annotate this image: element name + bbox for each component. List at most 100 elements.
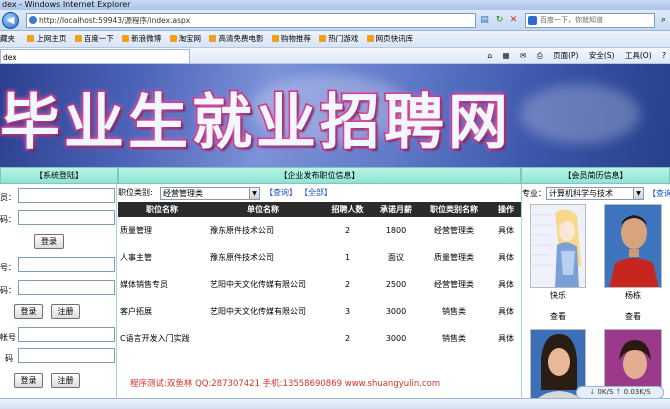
download-icon: ↓ [589,388,596,396]
mail-icon[interactable]: ✉ [520,51,526,60]
cell-job-name: 媒体销售专员 [120,280,168,289]
login-button-2[interactable]: 登录 [14,304,43,319]
compat-icon[interactable]: ▤ [478,14,491,27]
col-headcount: 招聘人数 [320,202,375,217]
cell-action[interactable]: 具体 [491,298,521,325]
login-button-3[interactable]: 登录 [14,373,43,388]
account-input[interactable] [18,257,115,272]
chevron-down-icon: ▼ [633,188,643,199]
cell-headcount: 1 [344,253,351,262]
fav-movies[interactable]: 高清免费电影 [209,31,263,47]
cell-headcount: 2 [344,334,351,343]
category-label: 职位类别: [118,188,153,197]
major-select[interactable]: 计算机科学与技术 ▼ [546,187,644,200]
cell-headcount: 3 [344,307,351,316]
search-input[interactable]: 百度一下，你就知道 [525,13,655,28]
fav-baidu[interactable]: 百度一下 [75,31,114,47]
member-photo-2[interactable] [604,204,662,288]
back-button[interactable]: ◀ [2,12,19,29]
fav-taobao[interactable]: 淘宝网 [170,31,202,47]
cell-action[interactable]: 具体 [491,217,521,244]
baidu-icon [528,16,537,25]
site-title: 毕业生就业招聘网 [0,87,512,160]
members-header: 【会员简历信息】 [521,167,670,184]
col-job-name: 职位名称 [118,202,206,217]
cell-company: 豫东原件技术公司 [210,226,274,235]
member-view-1[interactable]: 查看 [530,311,586,322]
fav-webslices[interactable]: 网页快讯库 [367,31,414,47]
password2-input[interactable] [18,280,115,295]
fav-weibo[interactable]: 新浪微博 [122,31,161,47]
ie-page-icon [29,16,37,24]
favorites-bar: 藏夹 上网主页 百度一下 新浪微博 淘宝网 高清免费电影 购物推荐 热门游戏 网… [0,31,670,48]
fav-games[interactable]: 热门游戏 [319,31,358,47]
fav-home[interactable]: 上网主页 [27,31,66,47]
login-panel: 员： 码： 登录 号： 码： 登录 注册 帐号 码 登录 注册 [0,184,117,399]
member-view-2[interactable]: 查看 [604,311,662,322]
cell-salary: 2500 [385,280,407,289]
cell-company: 豫东原件技术公司 [210,253,274,262]
login-button[interactable]: 登录 [34,234,64,249]
category-select[interactable]: 经营管理类 ▼ [160,187,260,200]
speed-indicator: ↓ 0K/S ↑ 0.03K/S [576,386,664,399]
refresh-icon[interactable]: ↻ [493,14,506,27]
window-title: dex - Windows Internet Explorer [0,0,670,10]
help-icon[interactable]: ? [662,51,666,60]
favorites-label[interactable]: 藏夹 [0,31,15,47]
all-link[interactable]: 【全部】 [300,186,332,200]
feeds-icon[interactable]: ▦ [503,51,510,60]
home-icon[interactable]: ⌂ [487,51,492,60]
credit-text: 程序测试:双鱼林 QQ:287307421 手机:13558690869 www… [130,379,441,389]
password-input[interactable] [18,210,115,225]
jobs-panel: 职位类别: 经营管理类 ▼ 【查询】 【全部】 职位名称 单位名称 招聘人数 承… [118,184,521,399]
cell-job-name: C语言开发入门实践 [120,334,190,343]
menu-safety[interactable]: 安全(S) [589,51,615,60]
upload-icon: ↑ [615,388,622,396]
col-salary: 承诺月薪 [375,202,417,217]
register-button-2[interactable]: 注册 [51,304,80,319]
query-link[interactable]: 【查询】 [265,186,297,200]
cell-company: 艺阳中天文化传媒有限公司 [210,307,306,316]
cell-job-name: 人事主管 [120,253,152,262]
password3-input[interactable] [18,348,115,363]
menu-tools[interactable]: 工具(O) [625,51,652,60]
menu-page[interactable]: 页面(P) [553,51,578,60]
jobs-table: 职位名称 单位名称 招聘人数 承诺月薪 职位类别名称 操作 质量管理 豫东原件技术… [118,202,521,352]
account3-input[interactable] [18,327,115,342]
cell-salary: 3000 [385,334,407,343]
register-button-3[interactable]: 注册 [51,373,80,388]
chevron-down-icon: ▼ [249,188,259,199]
table-row: 客户拓展 艺阳中天文化传媒有限公司 3 3000 销售类 具体 [118,298,521,325]
search-go-icon[interactable]: ⌕ [657,14,670,27]
cell-category: 销售类 [442,307,466,316]
col-action: 操作 [491,202,521,217]
password2-label: 码： [0,286,16,295]
members-query-link[interactable]: 【查询 [648,187,670,200]
cell-category: 销售类 [442,334,466,343]
search-placeholder: 百度一下，你就知道 [540,16,603,24]
print-icon[interactable]: ⎙ [537,51,543,60]
url-text: http://localhost:59943/源程序/index.aspx [39,16,191,25]
cell-salary: 3000 [385,307,407,316]
url-input[interactable]: http://localhost:59943/源程序/index.aspx [26,13,476,28]
browser-tab[interactable]: dex [0,49,190,63]
cell-action[interactable]: 具体 [491,325,521,352]
address-bar: ◀ http://localhost:59943/源程序/index.aspx … [0,10,670,31]
person-portrait-icon [605,205,661,287]
login-header: 【系统登陆】 [0,167,118,184]
table-row: 媒体销售专员 艺阳中天文化传媒有限公司 2 2500 经营管理类 具体 [118,271,521,298]
password-label: 码： [0,215,16,224]
cell-action[interactable]: 具体 [491,244,521,271]
table-row: 质量管理 豫东原件技术公司 2 1800 经营管理类 具体 [118,217,521,244]
cell-action[interactable]: 具体 [491,271,521,298]
site-banner: 毕业生就业招聘网 [0,64,670,167]
username-input[interactable] [18,188,115,203]
stop-icon[interactable]: ✕ [507,14,520,27]
account-label: 号： [0,263,16,272]
member-name-2: 杨栋 [625,291,641,300]
cell-job-name: 客户拓展 [120,307,152,316]
cell-category: 经营管理类 [434,226,474,235]
fav-shopping[interactable]: 购物推荐 [272,31,311,47]
member-photo-1[interactable] [530,204,586,288]
cell-job-name: 质量管理 [120,226,152,235]
